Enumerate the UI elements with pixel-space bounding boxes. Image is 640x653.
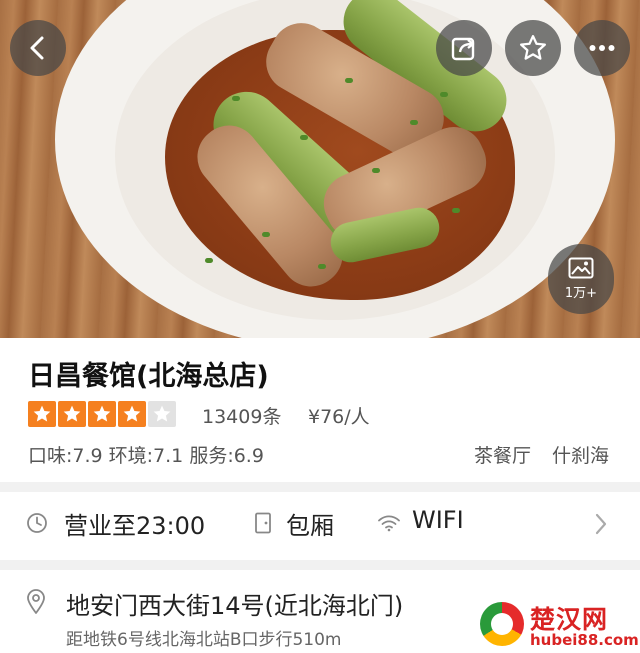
- star-filled-icon: [58, 401, 86, 427]
- share-icon: [451, 37, 475, 61]
- private-room-label: 包厢: [286, 512, 334, 540]
- facilities-row[interactable]: 营业至23:00 包厢 WIFI: [0, 494, 640, 554]
- wifi-icon: [378, 515, 400, 532]
- section-divider: [0, 560, 640, 570]
- price-per-person: ¥76/人: [308, 406, 370, 428]
- section-divider: [0, 482, 640, 492]
- site-watermark: 楚汉网 hubei88.com: [478, 598, 640, 653]
- wifi-label: WIFI: [412, 506, 464, 534]
- district-tag[interactable]: 什刹海: [552, 441, 609, 468]
- watermark-url: hubei88.com: [530, 631, 639, 649]
- restaurant-name: 日昌餐馆(北海总店): [28, 361, 269, 392]
- star-filled-icon: [88, 401, 116, 427]
- star-filled-icon: [28, 401, 56, 427]
- clock-icon: [27, 513, 47, 533]
- back-button[interactable]: [10, 20, 66, 76]
- location-pin-icon: [27, 589, 45, 614]
- restaurant-detail-page: 1万+ 日昌餐馆(北海总店) 13409条 ¥76/人 口味:7.9 环境:7.…: [0, 0, 640, 653]
- chevron-right-icon: [595, 513, 607, 535]
- watermark-logo-icon: [480, 602, 524, 646]
- star-empty-icon: [148, 401, 176, 427]
- photo-count-button[interactable]: 1万+: [548, 244, 614, 314]
- business-hours: 营业至23:00: [64, 512, 206, 540]
- chevron-left-icon: [30, 36, 44, 60]
- rating-stars: [28, 401, 176, 427]
- favorite-button[interactable]: [505, 20, 561, 76]
- review-count[interactable]: 13409条: [202, 402, 281, 429]
- star-filled-icon: [118, 401, 146, 427]
- address-text[interactable]: 地安门西大街14号(近北海北门): [66, 586, 403, 621]
- sub-scores: 口味:7.9 环境:7.1 服务:6.9: [28, 445, 264, 467]
- more-dots-icon: [589, 45, 615, 51]
- more-button[interactable]: [574, 20, 630, 76]
- star-outline-icon: [520, 35, 546, 60]
- category-tag[interactable]: 茶餐厅: [474, 441, 531, 468]
- share-button[interactable]: [436, 20, 492, 76]
- photo-count-label: 1万+: [564, 286, 598, 301]
- image-icon: [568, 257, 594, 279]
- door-icon: [255, 512, 271, 534]
- subway-distance: 距地铁6号线北海北站B口步行510m: [66, 630, 342, 650]
